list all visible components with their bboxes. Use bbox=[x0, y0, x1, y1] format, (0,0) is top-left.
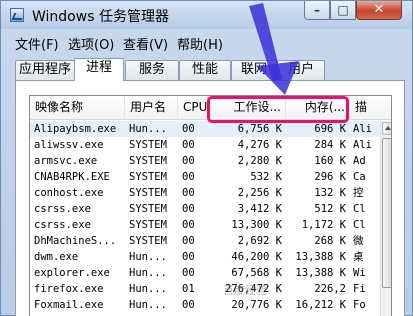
watermark: 百度经验 bbox=[223, 284, 267, 297]
task-manager-window: Windows 任务管理器 – □ ✕ 文件(F) 选项(O) 查看(V) 帮助… bbox=[0, 0, 413, 316]
tab-processes[interactable]: 进程 bbox=[74, 58, 124, 81]
annotation-arrow bbox=[249, 3, 299, 95]
